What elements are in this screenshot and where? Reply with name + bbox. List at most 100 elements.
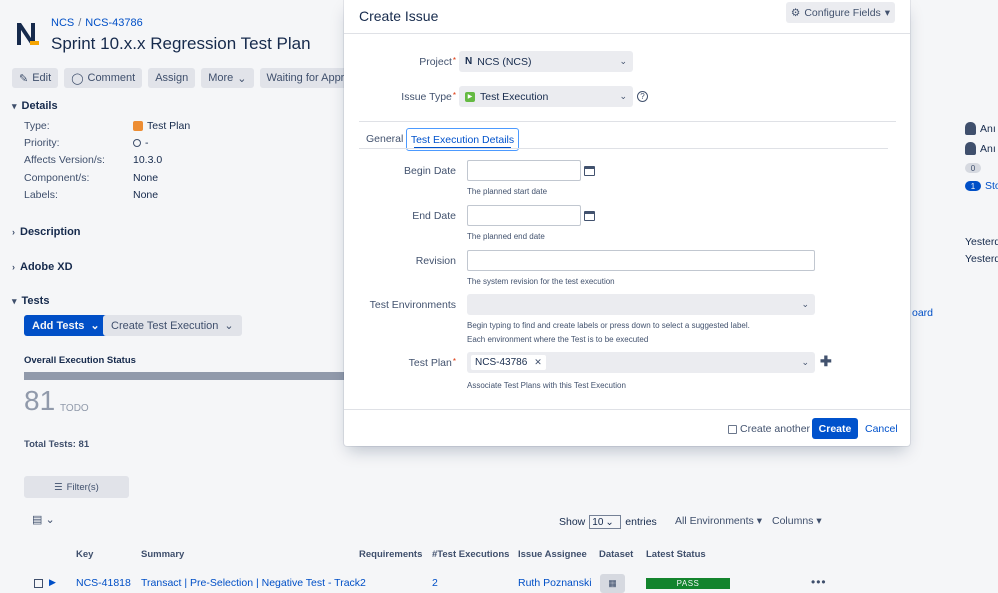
column-header-test-executions[interactable]: #Test Executions xyxy=(432,549,509,560)
create-another-checkbox[interactable]: Create another xyxy=(728,423,810,435)
votes-badge: 0 xyxy=(965,163,981,173)
end-date-help: The planned end date xyxy=(467,232,545,241)
calendar-icon[interactable] xyxy=(584,166,595,176)
breadcrumb-issue-key[interactable]: NCS-43786 xyxy=(85,17,142,29)
chevron-down-icon: ⌄ xyxy=(90,320,100,332)
test-plan-select[interactable]: NCS-43786 ✕ ⌄ xyxy=(467,352,815,373)
columns-dropdown[interactable]: Columns ▾ xyxy=(772,515,822,527)
revision-label: Revision xyxy=(415,255,456,267)
entries-select[interactable]: 10 ⌄ xyxy=(589,515,622,529)
comment-button[interactable]: ◯ Comment xyxy=(64,68,143,88)
test-environments-help-1: Begin typing to find and create labels o… xyxy=(467,321,750,330)
create-issue-dialog: Create Issue ⚙ Configure Fields ▾ Project*… xyxy=(344,0,910,446)
project-select-value: NCS (NCS) xyxy=(477,55,532,68)
more-button[interactable]: More ⌄ xyxy=(201,68,254,88)
test-environments-label: Test Environments xyxy=(369,299,456,311)
list-view-icon[interactable]: ▤ ⌄ xyxy=(32,513,55,526)
board-link[interactable]: oard xyxy=(912,307,933,319)
detail-value-affects-version[interactable]: 10.3.0 xyxy=(133,154,162,166)
cancel-link[interactable]: Cancel xyxy=(865,423,898,435)
row-key-link[interactable]: NCS-41818 xyxy=(76,577,131,589)
issue-type-select[interactable]: ▶ Test Execution ⌄ xyxy=(459,86,633,107)
pencil-icon: ✎ xyxy=(19,72,29,85)
help-icon[interactable]: ? xyxy=(637,91,648,102)
checkbox-box[interactable] xyxy=(728,424,737,434)
edit-label: Edit xyxy=(32,72,52,84)
edit-button[interactable]: ✎ Edit xyxy=(12,68,59,88)
project-label: Project* xyxy=(419,56,456,68)
column-header-requirements[interactable]: Requirements xyxy=(359,549,422,560)
dialog-title: Create Issue xyxy=(359,8,439,24)
tab-general[interactable]: General xyxy=(366,133,403,145)
detail-value-priority: - xyxy=(133,137,149,149)
row-summary-link[interactable]: Transact | Pre-Selection | Negative Test… xyxy=(141,577,366,589)
test-execution-icon: ▶ xyxy=(465,91,475,102)
chevron-right-icon: › xyxy=(12,227,15,237)
revision-input[interactable] xyxy=(467,250,815,271)
revision-help: The system revision for the test executi… xyxy=(467,277,615,286)
watchers-link[interactable]: Sto xyxy=(985,180,998,192)
all-environments-label: All Environments xyxy=(675,515,754,527)
begin-date-input[interactable] xyxy=(467,160,581,181)
create-test-execution-button[interactable]: Create Test Execution ⌄ xyxy=(103,315,242,336)
watchers-count[interactable]: 1 Sto xyxy=(965,180,998,192)
column-header-assignee[interactable]: Issue Assignee xyxy=(518,549,587,560)
begin-date-label: Begin Date xyxy=(404,165,456,177)
avatar xyxy=(965,142,976,155)
tabs-divider xyxy=(359,148,888,149)
more-label: More xyxy=(208,72,234,84)
dataset-icon[interactable]: ▦ xyxy=(600,574,625,593)
required-marker: * xyxy=(452,56,456,65)
more-actions-icon[interactable]: ••• xyxy=(811,575,827,589)
row-executions-link[interactable]: 2 xyxy=(432,577,438,589)
filter-icon: ☰ xyxy=(54,481,63,493)
all-environments-dropdown[interactable]: All Environments ▾ xyxy=(675,515,762,527)
description-section-toggle[interactable]: › Description xyxy=(12,226,81,238)
issue-toolbar: ✎ Edit ◯ Comment Assign More ⌄ Waiting for … xyxy=(12,68,372,88)
details-section-toggle[interactable]: ▾ Details xyxy=(12,100,58,112)
section-divider xyxy=(359,121,896,122)
required-marker: * xyxy=(452,91,456,100)
column-header-summary[interactable]: Summary xyxy=(141,549,184,560)
watchers-badge: 1 xyxy=(965,181,981,191)
todo-count: 81 xyxy=(24,385,56,416)
test-environments-select[interactable]: ⌄ xyxy=(467,294,815,315)
votes-count[interactable]: 0 xyxy=(965,163,981,173)
required-marker: * xyxy=(452,357,456,366)
test-environments-help-2: Each environment where the Test is to be… xyxy=(467,335,649,344)
create-button[interactable]: Create xyxy=(812,418,858,439)
adobe-xd-section-toggle[interactable]: › Adobe XD xyxy=(12,261,73,273)
column-header-dataset[interactable]: Dataset xyxy=(599,549,633,560)
configure-fields-label: Configure Fields xyxy=(804,6,881,19)
configure-fields-button[interactable]: ⚙ Configure Fields ▾ xyxy=(786,2,895,23)
assign-button[interactable]: Assign xyxy=(148,68,196,88)
project-select[interactable]: N NCS (NCS) ⌄ xyxy=(459,51,633,72)
tab-test-execution-details-label: Test Execution Details xyxy=(410,133,515,146)
project-logo-icon xyxy=(17,23,39,45)
column-header-latest-status[interactable]: Latest Status xyxy=(646,549,706,560)
breadcrumb-separator: / xyxy=(78,17,82,29)
show-label: Show xyxy=(559,516,586,528)
calendar-icon[interactable] xyxy=(584,211,595,221)
row-assignee-link[interactable]: Ruth Poznanski xyxy=(518,577,592,589)
comment-icon: ◯ xyxy=(71,72,84,85)
detail-label-affects-version: Affects Version/s: xyxy=(24,154,105,166)
chevron-down-icon: ⌄ xyxy=(619,91,627,101)
chevron-down-icon: ⌄ xyxy=(224,320,234,332)
play-icon[interactable]: ▶ xyxy=(49,577,56,588)
breadcrumb-project[interactable]: NCS xyxy=(51,17,74,29)
chevron-down-icon: ⌄ xyxy=(801,299,809,309)
chevron-down-icon: ⌄ xyxy=(619,56,627,66)
row-checkbox[interactable] xyxy=(34,579,43,588)
overall-execution-status-label: Overall Execution Status xyxy=(24,355,136,366)
add-test-plan-icon[interactable]: ✚ xyxy=(820,354,832,368)
reporter-name: Anı xyxy=(980,142,996,155)
add-tests-button[interactable]: Add Tests ⌄ xyxy=(24,315,108,336)
chevron-right-icon: › xyxy=(12,262,15,272)
tests-section-toggle[interactable]: ▾ Tests xyxy=(12,295,49,307)
entries-label: entries xyxy=(625,516,657,528)
filters-button[interactable]: ☰ Filter(s) xyxy=(24,476,129,498)
remove-chip-icon[interactable]: ✕ xyxy=(534,357,542,368)
end-date-input[interactable] xyxy=(467,205,581,226)
column-header-key[interactable]: Key xyxy=(76,549,93,560)
